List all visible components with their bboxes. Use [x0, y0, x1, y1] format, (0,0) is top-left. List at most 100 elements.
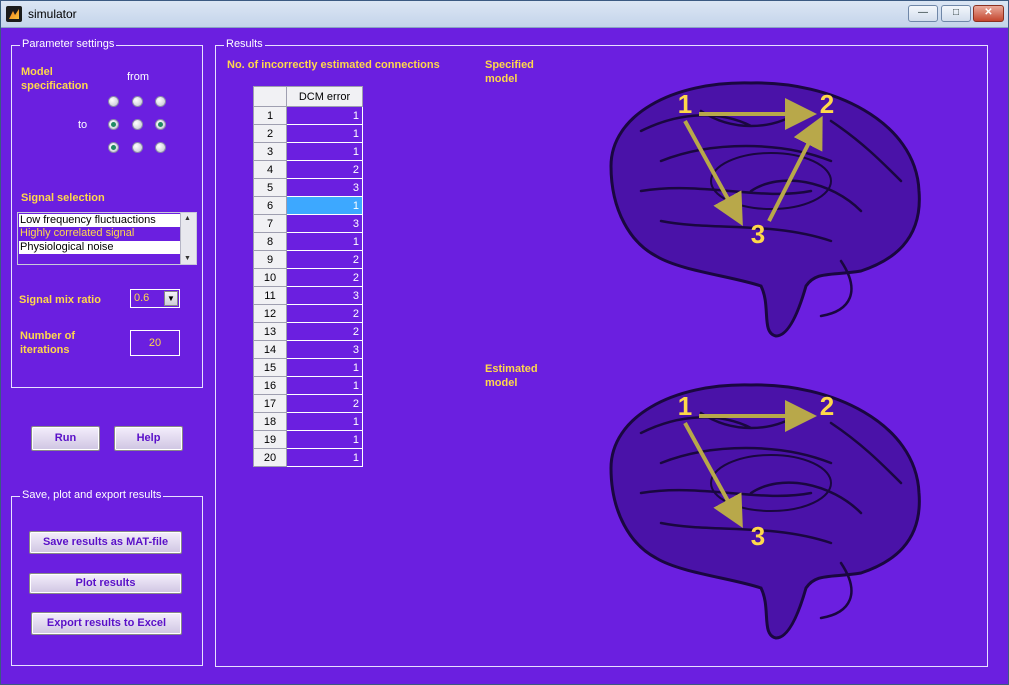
- table-title: No. of incorrectly estimated connections: [227, 59, 440, 71]
- connection-radio[interactable]: [132, 142, 143, 153]
- signal-option-selected[interactable]: Highly correlated signal: [19, 227, 180, 240]
- close-button[interactable]: ✕: [973, 5, 1004, 22]
- from-label: from: [127, 71, 149, 83]
- node-label: 2: [820, 391, 834, 421]
- table-row: 10 2: [253, 268, 363, 287]
- table-row: 19 1: [253, 430, 363, 449]
- row-header: 18: [253, 412, 287, 431]
- plot-results-button[interactable]: Plot results: [29, 573, 182, 594]
- row-header: 11: [253, 286, 287, 305]
- row-header: 5: [253, 178, 287, 197]
- iterations-label: Number of iterations: [20, 330, 75, 356]
- connection-radio[interactable]: [132, 119, 143, 130]
- signal-option[interactable]: Physiological noise: [19, 241, 180, 254]
- dcm-error-cell[interactable]: 2: [286, 304, 363, 323]
- export-panel-title: Save, plot and export results: [20, 489, 164, 501]
- dcm-error-cell[interactable]: 2: [286, 322, 363, 341]
- connection-radio[interactable]: [155, 142, 166, 153]
- minimize-button[interactable]: —: [908, 5, 938, 22]
- dcm-error-cell[interactable]: 2: [286, 268, 363, 287]
- dcm-error-cell[interactable]: 1: [286, 358, 363, 377]
- table-row: 11 3: [253, 286, 363, 305]
- table-row: 73: [253, 214, 363, 233]
- listbox-scrollbar[interactable]: ▲ ▼: [180, 213, 196, 264]
- row-header: 13: [253, 322, 287, 341]
- table-row: 31: [253, 142, 363, 161]
- row-header: 6: [253, 196, 287, 215]
- estimated-brain-image: 1 2 3: [609, 383, 921, 640]
- signal-option[interactable]: Low frequency fluctuactions: [19, 214, 180, 227]
- row-header: 14: [253, 340, 287, 359]
- table-row: 61: [253, 196, 363, 215]
- connection-radio[interactable]: [108, 119, 119, 130]
- dcm-error-cell[interactable]: 1: [286, 412, 363, 431]
- connection-radio[interactable]: [155, 96, 166, 107]
- dcm-error-cell[interactable]: 3: [286, 286, 363, 305]
- table-row: 12 2: [253, 304, 363, 323]
- results-table: DCM error 1 1 2 1 3 1 4 2 5 3 6 1 7 3 8 1 9 2 10 2 11 3 12 2 13 2…: [253, 86, 363, 467]
- signal-listbox[interactable]: Low frequency fluctuactions Highly corre…: [17, 212, 197, 265]
- save-mat-button[interactable]: Save results as MAT-file: [29, 531, 182, 554]
- connection-radio[interactable]: [108, 96, 119, 107]
- node-label: 1: [678, 89, 692, 119]
- connection-radio[interactable]: [132, 96, 143, 107]
- table-corner: [253, 86, 287, 107]
- maximize-button[interactable]: □: [941, 5, 971, 22]
- row-header: 17: [253, 394, 287, 413]
- mix-ratio-select[interactable]: 0.6 ▼: [130, 289, 180, 308]
- node-label: 1: [678, 391, 692, 421]
- row-header: 10: [253, 268, 287, 287]
- connection-radio[interactable]: [155, 119, 166, 130]
- dcm-error-cell[interactable]: 1: [286, 232, 363, 251]
- table-row: 18 1: [253, 412, 363, 431]
- row-header: 19: [253, 430, 287, 449]
- node-label: 2: [820, 89, 834, 119]
- parameter-settings-title: Parameter settings: [20, 38, 117, 50]
- help-button[interactable]: Help: [114, 426, 183, 451]
- model-spec-label: Model specification: [21, 66, 89, 92]
- dcm-error-cell[interactable]: 1: [286, 376, 363, 395]
- dcm-error-cell[interactable]: 1: [286, 124, 363, 143]
- dcm-error-cell[interactable]: 2: [286, 160, 363, 179]
- dcm-error-cell[interactable]: 1: [286, 430, 363, 449]
- matlab-icon: [6, 6, 22, 22]
- table-row: 14 3: [253, 340, 363, 359]
- to-label: to: [78, 119, 88, 131]
- dcm-error-cell[interactable]: 1: [286, 142, 363, 161]
- row-header: 15: [253, 358, 287, 377]
- run-button[interactable]: Run: [31, 426, 100, 451]
- specified-brain-image: 1 2 3: [609, 81, 921, 338]
- scroll-up-icon[interactable]: ▲: [184, 215, 191, 222]
- dcm-error-cell[interactable]: 2: [286, 250, 363, 269]
- row-header: 3: [253, 142, 287, 161]
- title-bar: simulator — □ ✕: [1, 1, 1008, 28]
- dcm-error-cell[interactable]: 1: [286, 106, 363, 125]
- scroll-down-icon[interactable]: ▼: [184, 255, 191, 262]
- dcm-error-cell[interactable]: 1: [286, 448, 363, 467]
- dcm-error-cell[interactable]: 3: [286, 214, 363, 233]
- table-row: 17 2: [253, 394, 363, 413]
- dcm-error-cell[interactable]: 2: [286, 394, 363, 413]
- estimated-model-label: Estimated model: [485, 363, 538, 389]
- dcm-error-cell[interactable]: 3: [286, 178, 363, 197]
- chevron-down-icon[interactable]: ▼: [164, 291, 178, 306]
- row-header: 2: [253, 124, 287, 143]
- iterations-input[interactable]: 20: [130, 330, 180, 356]
- row-header: 1: [253, 106, 287, 125]
- export-excel-button[interactable]: Export results to Excel: [31, 612, 182, 635]
- table-row: 92: [253, 250, 363, 269]
- table-row: 81: [253, 232, 363, 251]
- dcm-error-cell[interactable]: 1: [286, 196, 363, 215]
- node-label: 3: [751, 219, 765, 249]
- results-panel-title: Results: [224, 38, 265, 50]
- dcm-error-cell[interactable]: 3: [286, 340, 363, 359]
- connection-radio[interactable]: [108, 142, 119, 153]
- table-row: 42: [253, 160, 363, 179]
- table-row: 13 2: [253, 322, 363, 341]
- mix-ratio-value: 0.6: [134, 292, 150, 304]
- mix-ratio-label: Signal mix ratio: [19, 294, 101, 306]
- row-header: 20: [253, 448, 287, 467]
- row-header: 16: [253, 376, 287, 395]
- table-row: 15 1: [253, 358, 363, 377]
- table-row: 53: [253, 178, 363, 197]
